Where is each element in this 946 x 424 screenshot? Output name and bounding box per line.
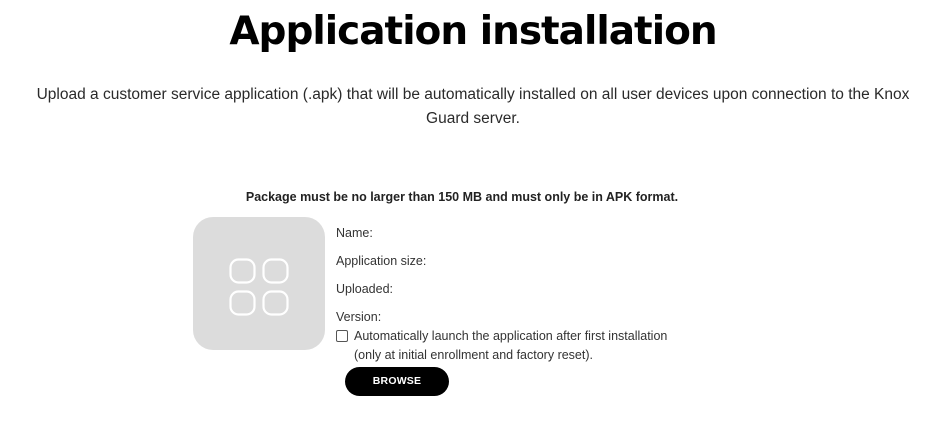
app-placeholder-tile: [193, 217, 325, 350]
auto-launch-label[interactable]: Automatically launch the application aft…: [354, 327, 714, 365]
page-description: Upload a customer service application (.…: [0, 83, 946, 131]
app-version-label: Version:: [336, 310, 382, 324]
app-name-label: Name:: [336, 226, 373, 240]
auto-launch-label-line-2: (only at initial enrollment and factory …: [354, 348, 593, 362]
page-description-line-2: Guard server.: [426, 110, 520, 127]
application-installation-page: Application installation Upload a custom…: [0, 0, 946, 424]
auto-launch-label-line-1: Automatically launch the application aft…: [354, 329, 668, 343]
package-requirement-note: Package must be no larger than 150 MB an…: [245, 190, 679, 204]
page-title: Application installation: [229, 9, 717, 54]
app-size-label: Application size:: [336, 254, 427, 268]
browse-button[interactable]: BROWSE: [345, 367, 449, 396]
auto-launch-checkbox[interactable]: [336, 330, 348, 342]
page-description-line-1: Upload a customer service application (.…: [36, 86, 910, 103]
apps-grid-icon: [229, 258, 289, 316]
app-uploaded-label: Uploaded:: [336, 282, 393, 296]
